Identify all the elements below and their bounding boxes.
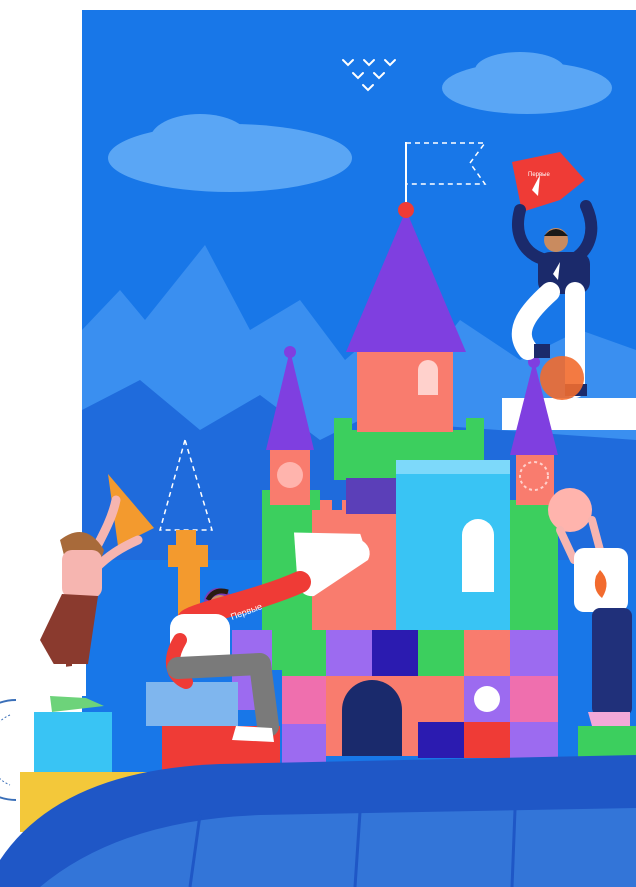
illustration-canvas: Первые Первые — [0, 0, 636, 887]
flag-label: Первые — [528, 172, 550, 178]
castle-illustration: Первые Первые — [0, 0, 636, 887]
